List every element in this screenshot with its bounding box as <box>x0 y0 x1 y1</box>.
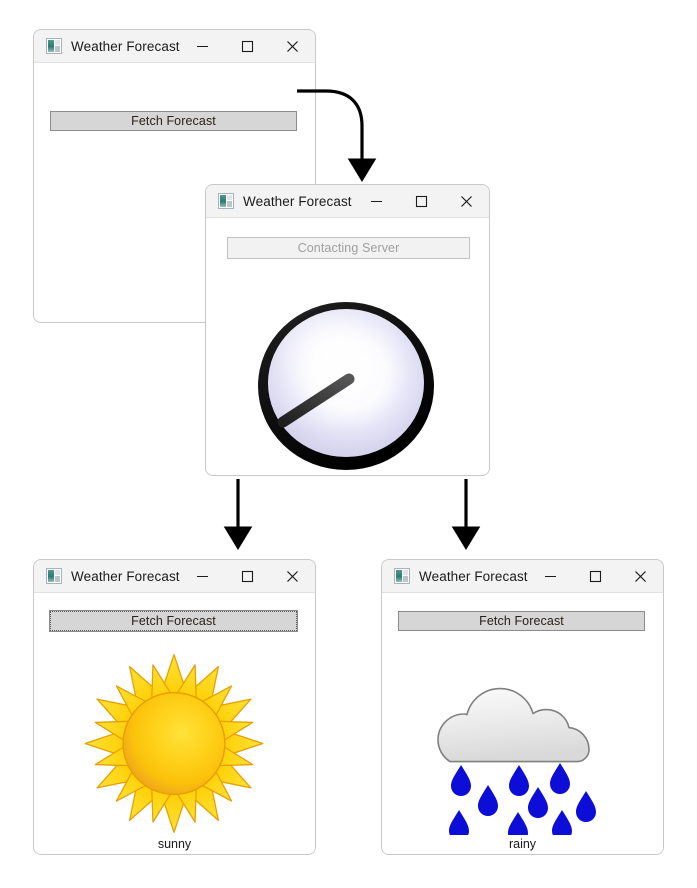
close-icon[interactable] <box>444 185 489 217</box>
status-label: sunny <box>157 837 192 851</box>
rain-cloud-icon <box>414 655 634 843</box>
app-window-icon <box>394 568 410 584</box>
clock-busy-icon <box>246 293 446 475</box>
window-body: Fetch Forecast <box>382 593 663 854</box>
window-title: Weather Forecast <box>71 568 180 584</box>
window-body: Contacting Server <box>206 218 489 475</box>
window-controls <box>354 185 489 217</box>
window-title: Weather Forecast <box>419 568 528 584</box>
sun-icon <box>79 651 269 836</box>
app-window-icon <box>46 568 62 584</box>
window-title: Weather Forecast <box>71 38 180 54</box>
close-icon[interactable] <box>270 560 315 592</box>
contacting-server-button: Contacting Server <box>227 237 470 259</box>
minimize-icon[interactable] <box>180 560 225 592</box>
close-icon[interactable] <box>270 30 315 62</box>
window-body: Fetch Forecast <box>34 593 315 854</box>
app-window-icon <box>218 193 234 209</box>
busy-window[interactable]: Weather Forecast Contacting Server <box>205 184 490 476</box>
minimize-icon[interactable] <box>354 185 399 217</box>
maximize-icon[interactable] <box>225 560 270 592</box>
fetch-forecast-button[interactable]: Fetch Forecast <box>49 610 298 632</box>
app-window-icon <box>46 38 62 54</box>
window-title: Weather Forecast <box>243 193 352 209</box>
window-controls <box>180 30 315 62</box>
minimize-icon[interactable] <box>528 560 573 592</box>
sunny-window[interactable]: Weather Forecast Fetch Forecast sunny <box>33 559 316 855</box>
maximize-icon[interactable] <box>399 185 444 217</box>
titlebar[interactable]: Weather Forecast <box>34 560 315 593</box>
status-label: rainy <box>508 837 537 851</box>
maximize-icon[interactable] <box>573 560 618 592</box>
fetch-forecast-button[interactable]: Fetch Forecast <box>50 111 297 131</box>
minimize-icon[interactable] <box>180 30 225 62</box>
maximize-icon[interactable] <box>225 30 270 62</box>
titlebar[interactable]: Weather Forecast <box>34 30 315 63</box>
close-icon[interactable] <box>618 560 663 592</box>
titlebar[interactable]: Weather Forecast <box>382 560 663 593</box>
fetch-forecast-button[interactable]: Fetch Forecast <box>398 611 645 631</box>
window-controls <box>528 560 663 592</box>
window-controls <box>180 560 315 592</box>
titlebar[interactable]: Weather Forecast <box>206 185 489 218</box>
rainy-window[interactable]: Weather Forecast Fetch Forecast rainy <box>381 559 664 855</box>
